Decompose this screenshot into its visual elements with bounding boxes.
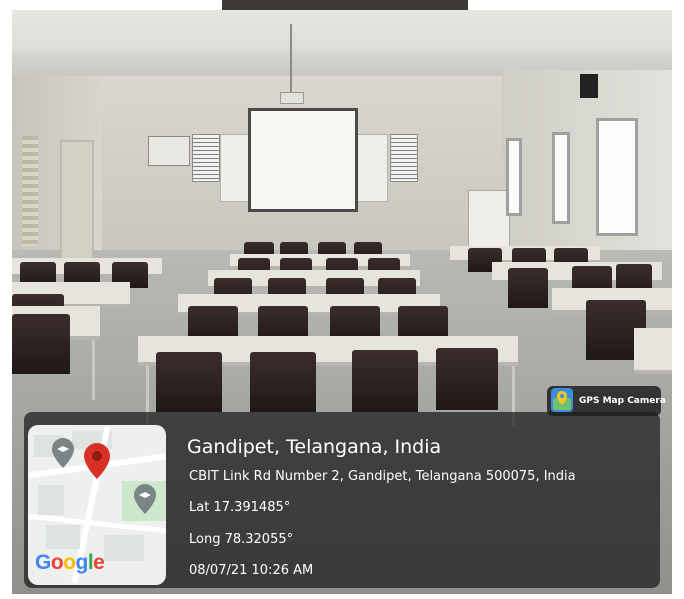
chair [436, 348, 498, 410]
window-far [506, 138, 522, 216]
gps-map-camera-icon [551, 388, 573, 412]
window-right [596, 118, 638, 236]
longitude: Long 78.32055° [189, 532, 294, 547]
school-pin-icon [134, 484, 156, 514]
google-logo: Google [35, 551, 105, 574]
location-pin-icon [84, 443, 110, 479]
wall-chart [148, 136, 190, 166]
timestamp: 08/07/21 10:26 AM [189, 563, 314, 578]
latitude: Lat 17.391485° [189, 500, 291, 515]
chair [156, 352, 222, 412]
app-badge-label: GPS Map Camera [579, 396, 666, 406]
chair [250, 352, 316, 412]
projector [280, 92, 304, 104]
school-pin-icon [52, 438, 74, 468]
door [60, 140, 94, 264]
location-title: Gandipet, Telangana, India [187, 436, 442, 458]
notice-board-right [390, 134, 418, 182]
podium [468, 190, 510, 248]
chair [12, 314, 70, 374]
left-window [22, 136, 38, 246]
top-image-strip [222, 0, 468, 10]
projector-screen [248, 108, 358, 212]
chair [508, 268, 548, 308]
address-line: CBIT Link Rd Number 2, Gandipet, Telanga… [189, 469, 576, 484]
window-mid [552, 132, 570, 224]
projector-mount [290, 24, 292, 96]
notice-board-left [192, 134, 220, 182]
speaker [580, 74, 598, 98]
desk [634, 328, 672, 374]
chair [352, 350, 418, 412]
